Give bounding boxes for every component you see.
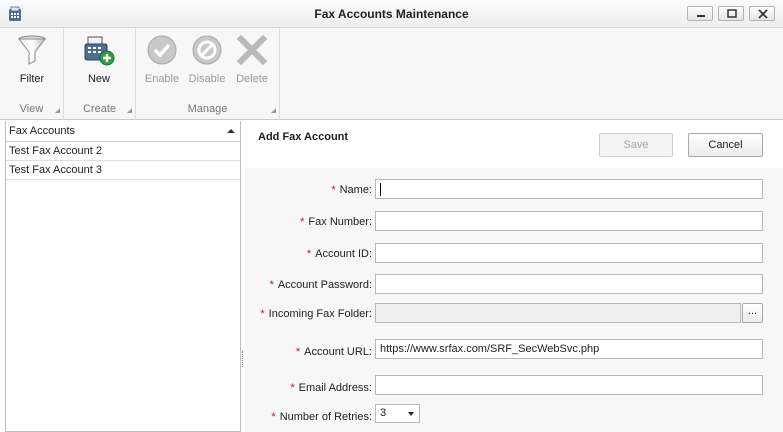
number-of-retries-label: * Number of Retries: <box>271 411 372 423</box>
filter-button[interactable]: Filter <box>10 32 54 88</box>
list-column-header[interactable]: Fax Accounts <box>6 121 240 142</box>
ribbon: Filter View New Create Enable Disable De… <box>0 28 783 120</box>
delete-button[interactable]: Delete <box>230 32 274 88</box>
required-marker: * <box>290 382 295 394</box>
filter-icon <box>16 34 48 66</box>
group-label-view: View <box>19 103 44 115</box>
list-item[interactable]: Test Fax Account 2 <box>6 142 240 161</box>
account-url-label: * Account URL: <box>295 346 372 358</box>
maximize-button[interactable] <box>718 6 744 21</box>
minimize-button[interactable] <box>687 6 713 21</box>
dialog-launcher-icon[interactable] <box>127 108 132 113</box>
group-label-create: Create <box>82 103 117 115</box>
form-header: Add Fax Account Save Cancel <box>245 121 783 168</box>
cancel-button[interactable]: Cancel <box>688 133 763 157</box>
browse-folder-button[interactable]: ... <box>742 303 763 323</box>
check-circle-icon <box>146 34 178 66</box>
window-title: Fax Accounts Maintenance <box>314 7 469 21</box>
required-marker: * <box>331 184 336 196</box>
enable-button[interactable]: Enable <box>140 32 184 88</box>
name-field[interactable] <box>375 179 763 199</box>
email-address-label: * Email Address: <box>290 382 372 394</box>
fax-number-label: * Fax Number: <box>300 216 372 228</box>
fax-number-field[interactable] <box>375 211 763 231</box>
new-fax-icon <box>83 34 115 66</box>
filter-label: Filter <box>19 73 45 85</box>
add-fax-account-form: Add Fax Account Save Cancel * Name: * Fax … <box>245 121 783 432</box>
account-id-label: * Account ID: <box>306 248 372 260</box>
ribbon-group-view: Filter View <box>0 28 64 120</box>
account-password-label: * Account Password: <box>269 279 372 291</box>
disable-label: Disable <box>188 73 226 85</box>
form-title: Add Fax Account <box>258 131 349 143</box>
fax-accounts-list: Fax Accounts Test Fax Account 2 Test Fax… <box>5 121 241 432</box>
ribbon-group-create: New Create <box>64 28 136 120</box>
new-label: New <box>87 73 110 85</box>
number-of-retries-select[interactable]: 3 <box>375 404 420 423</box>
list-item[interactable]: Test Fax Account 3 <box>6 161 240 180</box>
title-bar: Fax Accounts Maintenance <box>0 0 783 28</box>
ribbon-group-manage: Enable Disable Delete Manage <box>136 28 280 120</box>
chevron-down-icon <box>408 412 414 416</box>
number-of-retries-value: 3 <box>380 407 387 419</box>
account-id-field[interactable] <box>375 243 763 263</box>
text-cursor <box>380 183 381 196</box>
delete-label: Delete <box>236 73 268 85</box>
account-url-field[interactable]: https://www.srfax.com/SRF_SecWebSvc.php <box>375 339 763 359</box>
required-marker: * <box>260 308 265 320</box>
minimize-icon <box>697 15 705 17</box>
list-header-label: Fax Accounts <box>9 125 76 137</box>
email-address-field[interactable] <box>375 375 763 395</box>
delete-x-icon <box>236 34 268 66</box>
save-button[interactable]: Save <box>599 133 673 157</box>
required-marker: * <box>271 411 276 423</box>
new-button[interactable]: New <box>77 32 121 88</box>
close-button[interactable] <box>749 6 775 21</box>
dialog-launcher-icon[interactable] <box>55 108 60 113</box>
prohibited-icon <box>191 34 223 66</box>
dialog-launcher-icon[interactable] <box>271 108 276 113</box>
list-item-label: Test Fax Account 2 <box>9 145 102 157</box>
required-marker: * <box>295 346 301 358</box>
enable-label: Enable <box>144 73 180 85</box>
disable-button[interactable]: Disable <box>185 32 229 88</box>
maximize-icon <box>727 9 737 18</box>
sort-ascending-icon <box>227 129 235 133</box>
list-item-label: Test Fax Account 3 <box>9 164 102 176</box>
close-icon <box>758 9 768 19</box>
required-marker: * <box>300 216 305 228</box>
incoming-fax-folder-label: * Incoming Fax Folder: <box>260 308 372 320</box>
group-label-manage: Manage <box>187 103 228 115</box>
account-password-field[interactable] <box>375 274 763 294</box>
splitter-grip-icon <box>242 351 244 367</box>
name-label: * Name: <box>331 184 372 196</box>
required-marker: * <box>269 279 274 291</box>
required-marker: * <box>306 248 312 260</box>
incoming-fax-folder-field[interactable] <box>375 303 741 323</box>
